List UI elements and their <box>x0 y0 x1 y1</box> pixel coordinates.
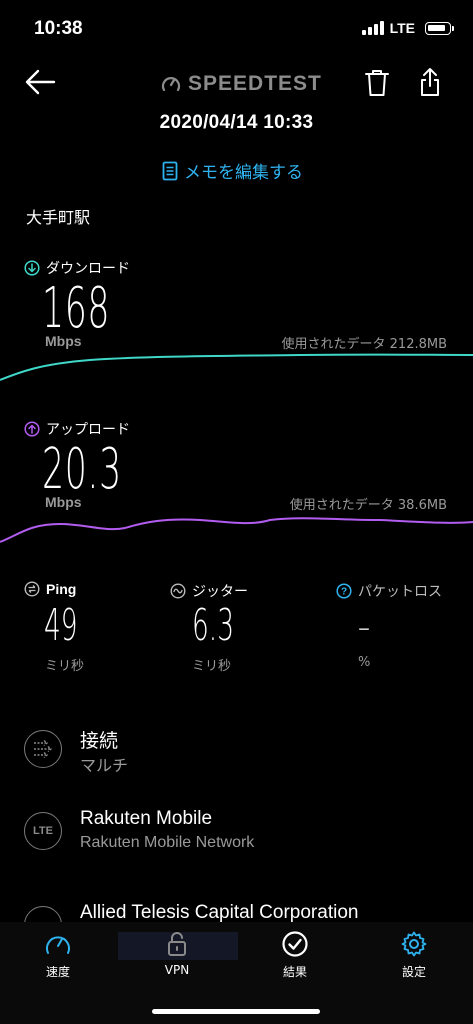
result-datetime: 2020/04/14 10:33 <box>159 112 314 133</box>
jitter-unit: ミリ秒 <box>192 659 232 674</box>
tab-vpn-label: VPN <box>164 963 190 977</box>
share-icon <box>421 68 439 96</box>
back-arrow-icon <box>25 69 56 95</box>
tab-results[interactable]: 結果 <box>245 930 345 990</box>
jitter-label-row: ジッター <box>170 581 248 601</box>
ping-unit: ミリ秒 <box>45 659 85 674</box>
tab-speed-label: 速度 <box>45 965 70 979</box>
connection-subtitle: マルチ <box>80 758 129 775</box>
status-time: 10:38 <box>34 18 83 39</box>
download-label-row: ダウンロード <box>24 258 130 278</box>
packet-loss-label-row: ? パケットロス <box>336 581 442 601</box>
ping-icon <box>24 581 40 597</box>
download-graph <box>0 353 473 381</box>
edit-memo-label: メモを編集する <box>184 163 303 183</box>
upload-label-row: アップロード <box>24 419 130 439</box>
provider-subtitle: Rakuten Mobile Network <box>80 834 255 851</box>
packet-loss-value: – <box>358 604 370 650</box>
jitter-label: ジッター <box>192 584 248 600</box>
server-row: Allied Telesis Capital Corporation <box>24 902 454 922</box>
lte-icon: LTE <box>24 812 62 850</box>
provider-title: Rakuten Mobile <box>80 808 213 829</box>
upload-value: 20.3 <box>42 437 122 502</box>
check-circle-icon <box>282 931 308 957</box>
edit-memo-link[interactable]: メモを編集する <box>162 158 303 183</box>
delete-button[interactable] <box>364 68 392 100</box>
connection-row: 接続 マルチ <box>24 726 454 782</box>
provider-row: LTE Rakuten Mobile Rakuten Mobile Networ… <box>24 808 454 864</box>
battery-icon <box>425 21 454 35</box>
packet-loss-unit: % <box>358 655 371 670</box>
gear-icon <box>401 931 427 957</box>
download-label: ダウンロード <box>46 261 130 277</box>
tab-settings[interactable]: 設定 <box>364 930 464 990</box>
upload-label: アップロード <box>46 422 130 438</box>
tab-settings-label: 設定 <box>401 965 426 979</box>
share-button[interactable] <box>418 66 446 100</box>
server-title: Allied Telesis Capital Corporation <box>80 902 359 922</box>
brand-label: SPEEDTEST <box>188 72 322 95</box>
ping-label-row: Ping <box>24 581 76 597</box>
speedometer-icon <box>46 936 70 954</box>
tab-speed[interactable]: 速度 <box>8 930 108 990</box>
speedtest-logo: SPEEDTEST <box>160 72 322 96</box>
lock-icon <box>168 932 186 956</box>
multi-connection-icon <box>24 730 62 768</box>
speedtest-result-screen: 10:38 LTE SPEEDTEST 2020/04/14 10:33 メモを… <box>0 0 473 1024</box>
network-type: LTE <box>389 20 415 36</box>
download-arrow-icon <box>24 260 40 276</box>
tab-results-label: 結果 <box>282 965 307 979</box>
jitter-value: 6.3 <box>192 600 234 651</box>
ping-value: 49 <box>44 600 78 651</box>
status-bar: 10:38 LTE <box>0 0 473 56</box>
packet-loss-label: パケットロス <box>358 584 442 600</box>
connection-title: 接続 <box>80 731 119 752</box>
ping-label: Ping <box>46 581 77 597</box>
memo-icon <box>162 161 178 180</box>
test-location: 大手町駅 <box>26 208 91 227</box>
download-value: 168 <box>42 276 111 341</box>
svg-text:?: ? <box>341 587 347 598</box>
help-circle-icon[interactable]: ? <box>336 583 352 599</box>
trash-icon <box>365 70 389 96</box>
signal-strength-icon <box>361 21 384 35</box>
home-indicator[interactable] <box>152 1009 320 1014</box>
speedometer-logo-icon <box>161 77 181 92</box>
upload-graph <box>0 517 473 543</box>
status-indicators: LTE <box>361 20 454 36</box>
back-button[interactable] <box>24 68 60 100</box>
header: SPEEDTEST <box>0 60 473 110</box>
upload-arrow-icon <box>24 421 40 437</box>
tab-vpn[interactable]: VPN <box>127 930 227 990</box>
server-icon <box>24 906 62 922</box>
jitter-icon <box>170 583 186 599</box>
